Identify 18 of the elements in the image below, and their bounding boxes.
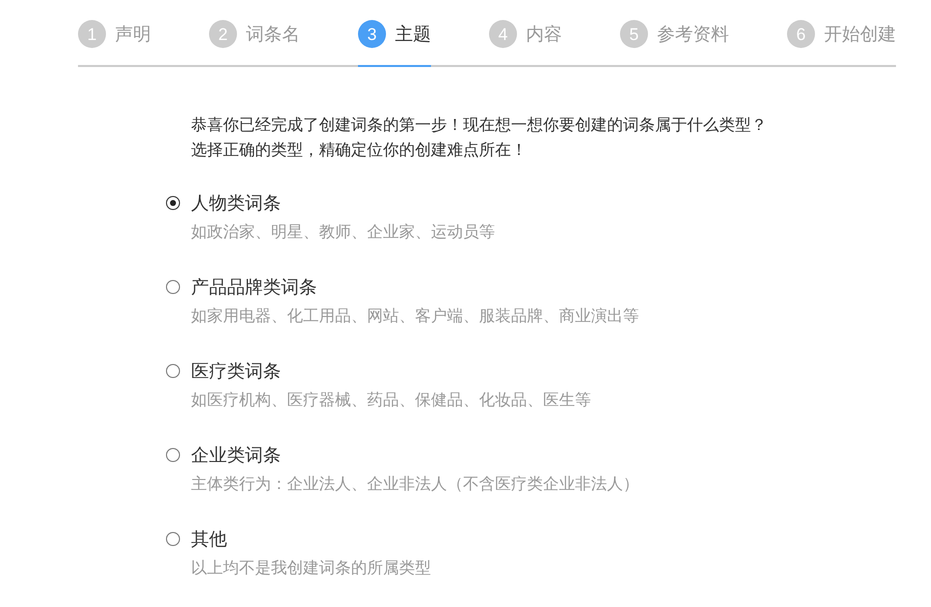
- step-tab[interactable]: 3 主题: [358, 0, 431, 67]
- option-description: 如政治家、明星、教师、企业家、运动员等: [191, 222, 495, 243]
- radio-button[interactable]: [166, 448, 180, 462]
- option-label: 其他: [191, 528, 227, 551]
- option-description: 如家用电器、化工用品、网站、客户端、服装品牌、商业演出等: [191, 306, 639, 327]
- option-label: 人物类词条: [191, 192, 281, 215]
- option-label: 医疗类词条: [191, 360, 281, 383]
- option-label: 产品品牌类词条: [191, 276, 317, 299]
- radio-button[interactable]: [166, 280, 180, 294]
- radio-button[interactable]: [166, 532, 180, 546]
- option-description: 主体类行为：企业法人、企业非法人（不含医疗类企业非法人）: [191, 474, 639, 495]
- option-label: 企业类词条: [191, 444, 281, 467]
- option-description: 如医疗机构、医疗器械、药品、保健品、化妆品、医生等: [191, 390, 591, 411]
- radio-button[interactable]: [166, 196, 180, 210]
- radio-button[interactable]: [166, 364, 180, 378]
- intro-text: 恭喜你已经完成了创建词条的第一步！现在想一想你要创建的词条属于什么类型？ 选择正确的类型，精确定位你的创建难点所在！: [191, 116, 767, 161]
- option-description: 以上均不是我创建词条的所属类型: [191, 558, 431, 579]
- step-number: 3: [358, 20, 386, 48]
